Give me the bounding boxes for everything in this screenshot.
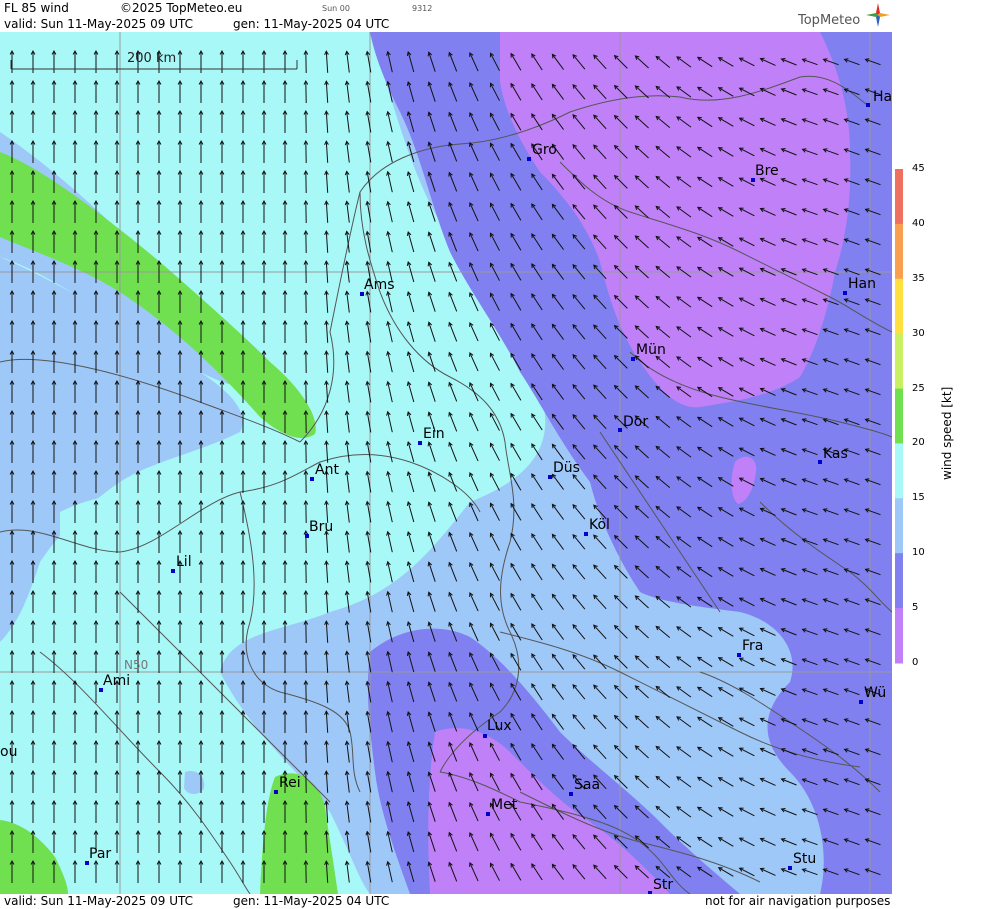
city-marker: [418, 441, 422, 445]
copyright: ©2025 TopMeteo.eu: [120, 1, 243, 15]
city-label: ou: [0, 744, 18, 760]
latitude-label: N50: [124, 658, 149, 672]
disclaimer: not for air navigation purposes: [705, 894, 891, 908]
city-label: Han: [848, 276, 876, 292]
city-marker: [584, 532, 588, 536]
city-label: Lil: [176, 554, 192, 570]
topmeteo-logo-text: TopMeteo: [798, 13, 861, 28]
legend-tick-label: 40: [912, 217, 925, 229]
city-label: Gro: [532, 142, 557, 158]
city-marker: [618, 428, 622, 432]
footer-valid-time: valid: Sun 11-May-2025 09 UTC: [4, 894, 193, 908]
scale-bar-label: 200 km: [127, 51, 177, 66]
city-label: Ams: [364, 277, 395, 293]
city-marker: [843, 291, 847, 295]
legend-swatch: [895, 608, 903, 664]
legend-tick-label: 35: [912, 272, 925, 284]
legend-title: wind speed [kt]: [940, 386, 954, 480]
legend-color-bar: [895, 169, 903, 664]
city-label: Rei: [279, 775, 301, 791]
city-label: Met: [491, 797, 518, 813]
city-label: Ein: [423, 426, 445, 442]
city-marker: [737, 653, 741, 657]
wind-map: [0, 32, 892, 894]
city-label: Fra: [742, 638, 764, 654]
city-marker: [818, 460, 822, 464]
footer-generated-time: gen: 11-May-2025 04 UTC: [233, 894, 390, 908]
legend-swatch: [895, 278, 903, 335]
city-label: Köl: [589, 517, 610, 533]
city-label: Bru: [309, 519, 334, 535]
city-label: Wü: [864, 685, 887, 701]
chart-title: FL 85 wind: [4, 1, 69, 15]
legend-swatch: [895, 498, 903, 554]
legend-tick-label: 45: [912, 163, 925, 174]
wind-speed-legend: 45 40 35 30 25 20 15 10 5 0 wind speed [kt]: [892, 0, 983, 909]
city-label: Saa: [574, 777, 601, 793]
city-label: Bre: [755, 163, 779, 179]
city-label: Ami: [103, 673, 131, 689]
legend-swatch: [895, 223, 903, 280]
city-marker: [859, 700, 863, 704]
legend-tick-label: 15: [912, 492, 925, 504]
model-run: Sun 00: [322, 4, 350, 13]
city-label: Mün: [636, 342, 666, 358]
legend-swatch: [895, 443, 903, 499]
legend-tick-label: 20: [912, 437, 925, 449]
city-marker: [866, 103, 870, 107]
legend-tick-label: 30: [912, 327, 925, 339]
city-label: Kas: [823, 446, 848, 462]
city-label: Ant: [315, 462, 339, 478]
city-marker: [548, 475, 552, 479]
city-marker: [527, 157, 531, 161]
city-marker: [483, 734, 487, 738]
city-marker: [274, 790, 278, 794]
legend-tick-label: 25: [912, 382, 925, 394]
city-label: Stu: [793, 851, 817, 867]
legend-tick-label: 5: [912, 602, 919, 614]
city-marker: [569, 792, 573, 796]
footer-bar: valid: Sun 11-May-2025 09 UTC gen: 11-Ma…: [0, 894, 983, 909]
product-code: 9312: [412, 4, 433, 13]
city-marker: [310, 477, 314, 481]
city-label: Ha: [873, 89, 893, 105]
city-label: Lux: [487, 718, 512, 734]
legend-swatch: [895, 169, 903, 225]
city-label: Str: [653, 877, 674, 893]
city-marker: [171, 569, 175, 573]
city-marker: [486, 812, 490, 816]
legend-swatch: [895, 333, 903, 390]
city-marker: [631, 357, 635, 361]
legend-tick-label: 0: [912, 657, 919, 668]
legend-swatch: [895, 553, 903, 609]
valid-time: valid: Sun 11-May-2025 09 UTC: [4, 17, 193, 31]
compass-star-icon: [866, 3, 890, 27]
city-label: Par: [89, 846, 112, 862]
legend-tick-label: 10: [912, 547, 925, 559]
generated-time: gen: 11-May-2025 04 UTC: [233, 17, 390, 31]
city-label: Düs: [553, 460, 580, 476]
city-label: Dor: [623, 414, 649, 430]
legend-swatch: [895, 388, 903, 444]
city-marker: [788, 866, 792, 870]
